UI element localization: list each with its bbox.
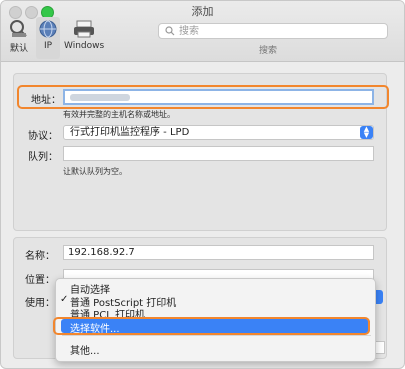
default-printer-icon	[10, 20, 27, 37]
queue-hint: 让默认队列为空。	[63, 167, 127, 176]
toolbar-default-label: 默认	[9, 44, 28, 54]
select-arrows-icon: ▲ ▼	[360, 126, 373, 139]
globe-icon	[39, 20, 57, 38]
address-hint: 有效并完整的主机名称或地址。	[63, 110, 175, 119]
toolbar-ip-label: IP	[43, 41, 53, 51]
toolbar-windows-label: Windows	[64, 41, 105, 51]
titlebar: 添加 默认 IP Windows 搜索 搜索	[1, 1, 404, 62]
name-field[interactable]: 192.168.92.7	[63, 245, 374, 260]
windows-printer-icon	[74, 20, 94, 38]
search-icon	[165, 26, 175, 36]
protocol-label: 协议：	[28, 131, 58, 142]
menu-separator	[62, 335, 371, 336]
address-highlight	[17, 85, 389, 109]
search-placeholder: 搜索	[179, 26, 199, 37]
toolbar-default[interactable]: 默认	[7, 17, 31, 59]
checkmark-icon: ✓	[60, 294, 69, 305]
menu-item-other[interactable]: 其他...	[70, 342, 100, 357]
window-title: 添加	[191, 5, 214, 18]
queue-field[interactable]	[63, 146, 374, 161]
add-printer-window: 添加 默认 IP Windows 搜索 搜索 地址： 有效并完整的主机名称或地址…	[0, 0, 405, 369]
search-label: 搜索	[259, 46, 278, 56]
menu-highlight	[53, 317, 370, 335]
queue-label: 队列：	[28, 152, 58, 163]
location-label: 位置：	[25, 275, 55, 286]
use-label: 使用：	[25, 298, 55, 309]
protocol-select[interactable]: 行式打印机监控程序 - LPD ▲ ▼	[63, 125, 374, 140]
toolbar-ip[interactable]: IP	[36, 17, 60, 59]
name-label: 名称：	[25, 251, 55, 262]
search-input[interactable]: 搜索	[158, 23, 388, 39]
protocol-value: 行式打印机监控程序 - LPD	[70, 127, 190, 138]
toolbar-windows[interactable]: Windows	[64, 17, 104, 59]
